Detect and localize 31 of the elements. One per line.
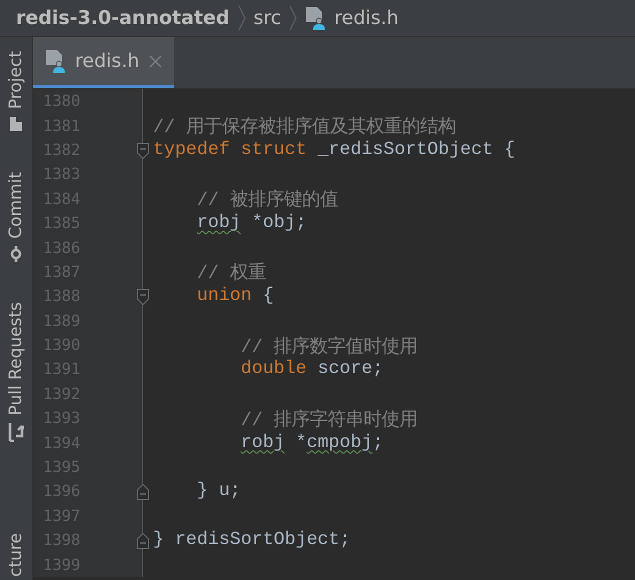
code-line: // 排序数字值时使用 (240, 335, 418, 358)
fold-icon[interactable] (137, 142, 149, 159)
pull-request-icon (8, 422, 24, 442)
code-line: } u; (196, 481, 241, 502)
fold-icon[interactable] (137, 289, 149, 306)
file-icon (45, 49, 67, 73)
file-tab[interactable]: redis.h (33, 37, 174, 88)
file-icon (305, 6, 328, 30)
code-line: double score; (240, 359, 384, 380)
code-line: // 被排序键的值 (196, 188, 338, 212)
code-line: // 用于保存被排序值及其权重的结构 (153, 116, 456, 138)
commit-icon (8, 246, 24, 262)
code-line: robj *obj; (196, 213, 307, 234)
chevron-icon (288, 5, 298, 31)
tool-window-button[interactable]: Project (6, 51, 26, 132)
chevron-icon (236, 5, 247, 31)
code-line: // 排序字符串时使用 (240, 408, 418, 431)
breadcrumb-item[interactable]: redis-3.0-annotated (16, 7, 230, 29)
code-line: union { (196, 286, 274, 306)
code-line: // 权重 (196, 262, 266, 284)
breadcrumb-item[interactable]: redis.h (334, 7, 399, 29)
code-line: typedef struct _redisSortObject { (153, 140, 516, 160)
fold-icon[interactable] (137, 533, 149, 550)
tool-window-button[interactable]: cture (6, 533, 26, 577)
fold-icon[interactable] (137, 484, 149, 500)
tool-window-button[interactable]: Commit (6, 172, 26, 262)
breadcrumb-item[interactable]: src (254, 7, 282, 29)
folder-icon (9, 116, 23, 132)
code-line: robj *cmpobj; (240, 432, 384, 453)
code-line: } redisSortObject; (153, 530, 350, 550)
tool-window-button[interactable]: Pull Requests (6, 302, 26, 442)
